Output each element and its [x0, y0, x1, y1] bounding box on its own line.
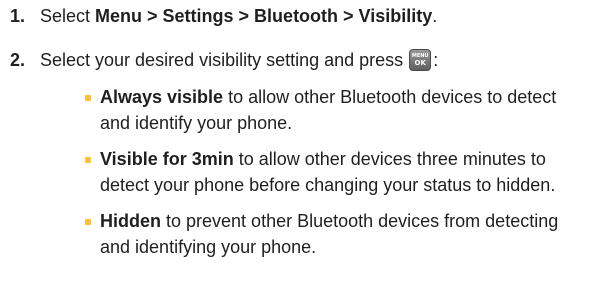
step-text-after: :: [433, 50, 439, 70]
bullet-square-icon: [85, 95, 91, 101]
option-name: Hidden: [100, 211, 161, 231]
list-item-visible-3min: Visible for 3min to allow other devices …: [85, 146, 581, 198]
option-name: Visible for 3min: [100, 149, 234, 169]
step-text-before: Select: [40, 6, 96, 26]
bullet-square-icon: [85, 219, 91, 225]
bullet-square-icon: [85, 157, 91, 163]
visibility-options-list: Always visible to allow other Bluetooth …: [85, 84, 581, 270]
menu-path: Menu > Settings > Bluetooth > Visibility: [95, 6, 433, 26]
step-text: Select your desired visibility setting a…: [40, 47, 581, 73]
key-label-bottom: OK: [414, 59, 426, 67]
option-name: Always visible: [100, 87, 224, 107]
step-number: 1.: [10, 6, 26, 26]
step-number: 2.: [10, 50, 26, 70]
step-text-before: Select your desired visibility setting a…: [40, 50, 409, 70]
step-text: Select Menu > Settings > Bluetooth > Vis…: [40, 3, 581, 29]
menu-ok-key-icon: MENU OK: [409, 49, 432, 71]
list-item-hidden: Hidden to prevent other Bluetooth device…: [85, 208, 581, 260]
instructions-page: 1. Select Menu > Settings > Bluetooth > …: [0, 0, 589, 286]
list-item-always-visible: Always visible to allow other Bluetooth …: [85, 84, 581, 136]
option-description: to prevent other Bluetooth devices from …: [100, 211, 559, 257]
step-text-after: .: [432, 6, 438, 26]
